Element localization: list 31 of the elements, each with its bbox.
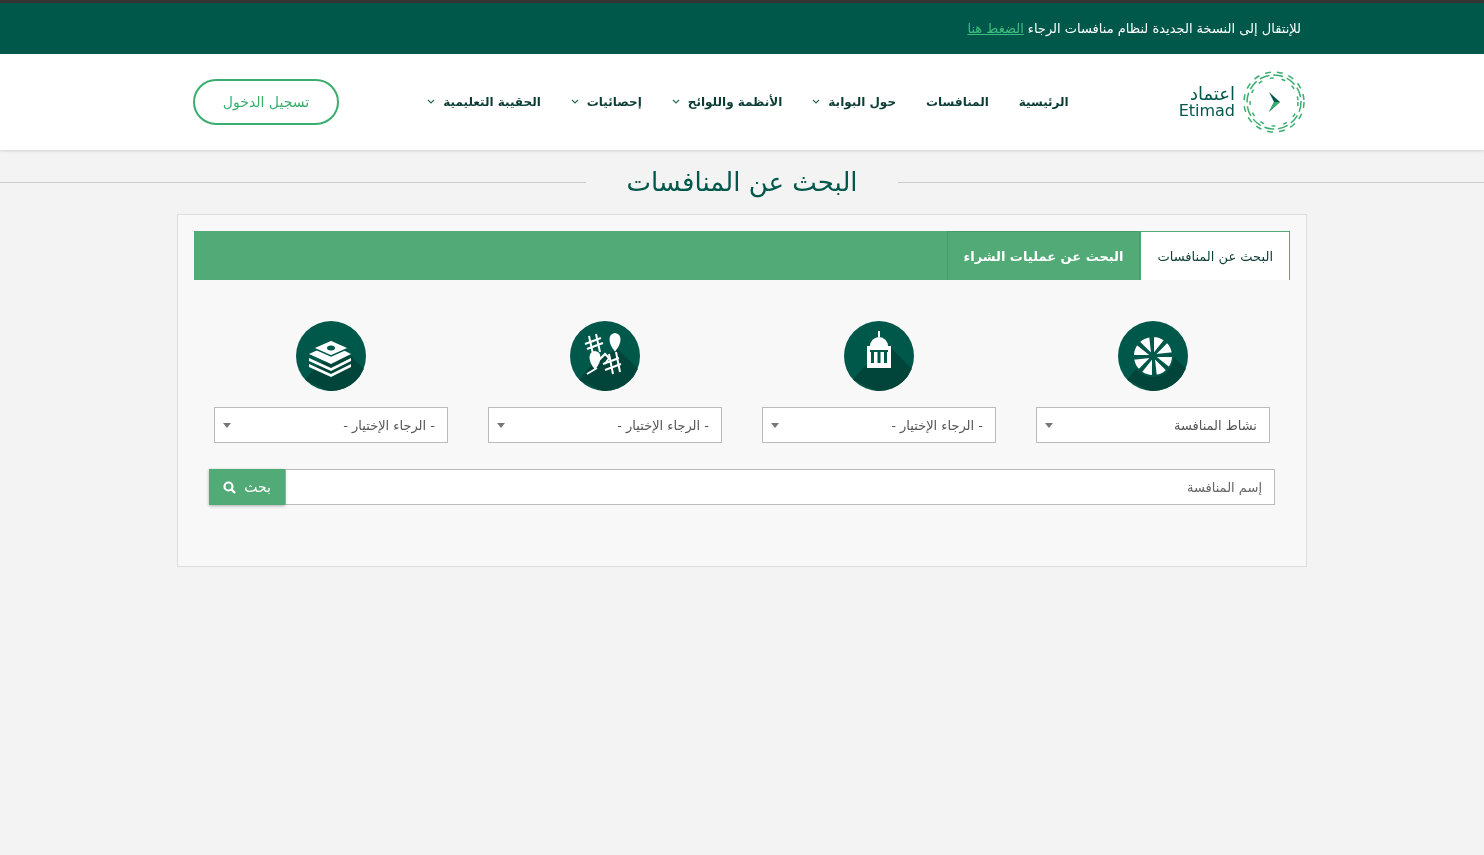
- chevron-icon: [427, 99, 436, 105]
- chevron-icon: [671, 99, 680, 105]
- logo-arabic-text: اعتماد: [1189, 85, 1235, 103]
- tab[interactable]: البحث عن المنافسات: [1140, 231, 1290, 280]
- caret-icon: [1045, 422, 1053, 428]
- logo-latin-text: Etimad: [1178, 103, 1235, 119]
- nav-link[interactable]: المنافسات: [926, 95, 989, 109]
- dropdown-select[interactable]: - الرجاء الإختيار -: [488, 407, 722, 443]
- caret-icon: [771, 422, 779, 428]
- dropdown-select[interactable]: - الرجاء الإختيار -: [214, 407, 448, 443]
- logo-icon: [1241, 69, 1307, 135]
- chevron-icon: [570, 99, 579, 105]
- nav-link[interactable]: إحصائيات: [570, 95, 642, 109]
- search-icon: [223, 480, 237, 494]
- page-title: البحث عن المنافسات: [626, 167, 858, 197]
- map-pins-icon: [569, 320, 641, 392]
- money-stack-icon: [295, 320, 367, 392]
- nav-link[interactable]: الرئيسية: [1018, 95, 1069, 109]
- dropdown-select[interactable]: - الرجاء الإختيار -: [762, 407, 996, 443]
- dropdown-select[interactable]: نشاط المنافسة: [1036, 407, 1270, 443]
- caret-icon: [497, 422, 505, 428]
- notice-text: للإنتقال إلى النسخة الجديدة لنظام منافسات الرجاء: [1027, 21, 1301, 36]
- notice-link[interactable]: الضغط هنا: [967, 21, 1024, 36]
- search-field[interactable]: إسم المنافسة: [285, 469, 1275, 505]
- nav-link[interactable]: حول البوابة: [812, 95, 897, 109]
- chevron-icon: [812, 99, 821, 105]
- nav-link[interactable]: الحقيبة التعليمية: [427, 95, 541, 109]
- nav-link[interactable]: الأنظمة واللوائح: [671, 95, 783, 109]
- building-icon: [843, 320, 915, 392]
- pie-slices-icon: [1117, 320, 1189, 392]
- caret-icon: [223, 422, 231, 428]
